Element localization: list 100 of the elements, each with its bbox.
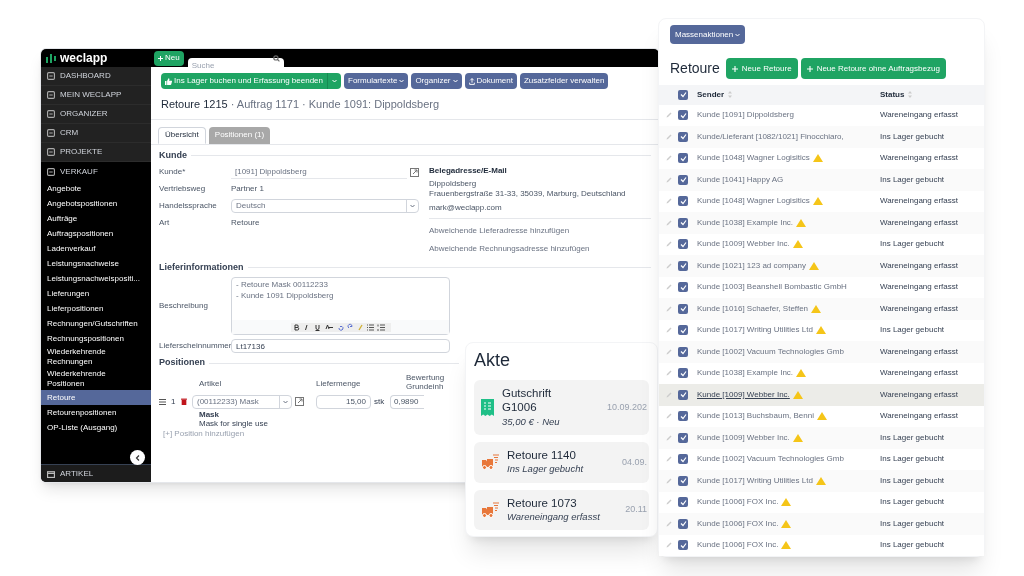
table-row[interactable]: Kunde [1002] Vacuum Technologies Gmb Ins Lager gebucht [659, 448, 984, 470]
sidebar-item[interactable]: Aufträge [47, 213, 144, 224]
sidebar-item[interactable]: OP-Liste (Ausgang) [47, 422, 144, 433]
row-checkbox[interactable] [678, 475, 688, 486]
tab[interactable]: Übersicht [158, 126, 206, 144]
row-checkbox[interactable] [678, 540, 688, 551]
sidebar-item[interactable]: Ladenverkauf [47, 243, 144, 254]
sidebar-item[interactable]: Auftragspositionen [47, 228, 144, 239]
row-checkbox[interactable] [678, 282, 688, 293]
add-address-link[interactable]: Abweichende Rechnungsadresse hinzufügen [429, 242, 651, 255]
sidebar-item[interactable]: Angebote [47, 183, 144, 194]
table-row[interactable]: Kunde [1048] Wagner Logisitics Wareneingang erfasst [659, 147, 984, 169]
sidebar-item[interactable]: Lieferungen [47, 288, 144, 299]
column-header[interactable]: Status [880, 88, 905, 101]
file-entry-card[interactable]: Retoure 1140 Ins Lager gebucht 04.09. [474, 442, 649, 483]
text-formatting-toolbar[interactable] [290, 322, 391, 332]
article-select[interactable]: (00112233) Mask [192, 394, 292, 409]
sender-cell[interactable]: Kunde [1048] Wagner Logisitics [697, 152, 810, 165]
sender-cell[interactable]: Kunde [1017] Writing Utilities Ltd [697, 324, 813, 337]
row-checkbox[interactable] [678, 217, 688, 228]
delivery-note-field[interactable]: Lt17136 [231, 339, 450, 354]
drag-handle-icon[interactable] [159, 398, 166, 405]
sender-cell[interactable]: Kunde [1048] Wagner Logisitics [697, 195, 810, 208]
quantity-field[interactable]: 15,00 [316, 394, 371, 409]
sidebar-item[interactable]: Wiederkehrende Rechnungen [47, 347, 144, 367]
column-header[interactable]: Sender [697, 88, 725, 101]
sender-cell[interactable]: Kunde [1003] Beanshell Bombastic GmbH [697, 281, 847, 294]
table-row[interactable]: Kunde [1017] Writing Utilities Ltd Ins Lager gebucht [659, 470, 984, 492]
sender-cell[interactable]: Kunde [1009] Webber Inc. [697, 388, 790, 401]
sender-cell[interactable]: Kunde [1016] Schaefer, Steffen [697, 302, 809, 315]
sender-cell[interactable]: Kunde [1091] Dippoldsberg [697, 109, 794, 122]
table-row[interactable]: Kunde [1038] Example Inc. Wareneingang erfasst [659, 212, 984, 234]
row-checkbox[interactable] [678, 110, 688, 121]
row-checkbox[interactable] [678, 131, 688, 142]
action-button[interactable]: Zusatzfelder verwalten [519, 73, 609, 89]
file-entry-card[interactable]: Retoure 1073 Wareneingang erfasst 20.11 [474, 489, 649, 531]
sender-cell[interactable]: Kunde [1002] Vacuum Technologies Gmb [697, 345, 844, 358]
sender-cell[interactable]: Kunde [1017] Writing Utilities Ltd [697, 474, 813, 487]
table-row[interactable]: Kunde [1003] Beanshell Bombastic GmbH Wareneingang erfasst [659, 276, 984, 298]
file-entry-card[interactable]: Gutschrift G1006 35,00 € · Neu 10.09.202 [474, 380, 649, 435]
value-field[interactable]: 0,9890 [390, 394, 424, 409]
row-checkbox[interactable] [678, 346, 688, 357]
sender-cell[interactable]: Kunde [1021] 123 ad company [697, 259, 806, 272]
open-link-icon[interactable] [295, 397, 304, 407]
table-row[interactable]: Kunde [1002] Vacuum Technologies Gmb Wareneingang erfasst [659, 341, 984, 363]
sidebar-item[interactable]: Lieferpositionen [47, 303, 144, 314]
row-checkbox[interactable] [678, 325, 688, 336]
row-checkbox[interactable] [678, 239, 688, 250]
table-row[interactable]: Kunde [1009] Webber Inc. Ins Lager gebucht [659, 233, 984, 255]
add-address-link[interactable]: Abweichende Lieferadresse hinzufügen [429, 224, 651, 237]
sidebar-section[interactable]: VERKAUF [60, 165, 98, 178]
table-row[interactable]: Kunde [1038] Example Inc. Wareneingang erfasst [659, 362, 984, 384]
select-all-checkbox[interactable] [678, 89, 688, 100]
sidebar-item[interactable]: Rechnungspositionen [47, 333, 144, 344]
row-checkbox[interactable] [678, 196, 688, 207]
row-checkbox[interactable] [678, 497, 688, 508]
sender-cell[interactable]: Kunde [1041] Happy AG [697, 173, 784, 186]
table-row[interactable]: Kunde [1006] FOX Inc. Ins Lager gebucht [659, 534, 984, 556]
language-select[interactable]: Deutsch [231, 199, 419, 213]
row-checkbox[interactable] [678, 389, 688, 400]
sender-cell[interactable]: Kunde [1002] Vacuum Technologies Gmb [697, 453, 844, 466]
table-row[interactable]: Kunde/Lieferant [1082/1021] Finocchiaro, Ins Lager gebucht [659, 126, 984, 148]
row-checkbox[interactable] [678, 368, 688, 379]
row-checkbox[interactable] [678, 174, 688, 185]
table-row[interactable]: Kunde [1021] 123 ad company Wareneingang erfasst [659, 255, 984, 277]
table-row[interactable]: Kunde [1041] Happy AG Ins Lager gebucht [659, 169, 984, 191]
row-checkbox[interactable] [678, 518, 688, 529]
collapse-button[interactable] [130, 450, 145, 465]
dropdown-button[interactable] [327, 73, 341, 89]
table-row[interactable]: Kunde [1048] Wagner Logisitics Wareneingang erfasst [659, 190, 984, 212]
table-row[interactable]: Kunde [1006] FOX Inc. Ins Lager gebucht [659, 491, 984, 513]
row-checkbox[interactable] [678, 432, 688, 443]
bulk-actions-button[interactable]: Massenaktionen [670, 25, 746, 44]
table-row[interactable]: Kunde [1009] Webber Inc. Ins Lager gebucht [659, 427, 984, 449]
open-link-icon[interactable] [410, 167, 419, 177]
sidebar-item[interactable]: Leistungsnachweise [47, 258, 144, 269]
sender-cell[interactable]: Kunde [1038] Example Inc. [697, 216, 794, 229]
dropdown-button[interactable]: Organizer [411, 73, 462, 89]
table-row[interactable]: Kunde [1009] Webber Inc. Wareneingang erfasst [659, 384, 984, 406]
table-row[interactable]: Kunde [1016] Schaefer, Steffen Wareneingang erfasst [659, 298, 984, 320]
sidebar-item[interactable]: Retourenpositionen [47, 407, 144, 418]
sender-cell[interactable]: Kunde [1006] FOX Inc. [697, 496, 779, 509]
sender-cell[interactable]: Kunde [1009] Webber Inc. [697, 238, 790, 251]
action-button[interactable]: Dokument [464, 73, 517, 89]
description-editor[interactable]: - Retoure Mask 00112233 - Kunde 1091 Dippoldsberg [231, 277, 450, 336]
sender-cell[interactable]: Kunde [1038] Example Inc. [697, 367, 794, 380]
table-row[interactable]: Kunde [1017] Writing Utilities Ltd Ins Lager gebucht [659, 319, 984, 341]
row-checkbox[interactable] [678, 260, 688, 271]
sender-cell[interactable]: Kunde [1006] FOX Inc. [697, 517, 779, 530]
sender-cell[interactable]: Kunde/Lieferant [1082/1021] Finocchiaro, [697, 130, 844, 143]
sidebar-item[interactable]: Rechnungen/Gutschriften [47, 318, 144, 329]
table-row[interactable]: Kunde [1091] Dippoldsberg Wareneingang erfasst [659, 104, 984, 126]
table-row[interactable]: Kunde [1006] FOX Inc. Ins Lager gebucht [659, 513, 984, 535]
row-checkbox[interactable] [678, 411, 688, 422]
sidebar-item[interactable]: Wiederkehrende Positionen [47, 369, 144, 389]
row-checkbox[interactable] [678, 153, 688, 164]
sidebar-item[interactable]: Leistungsnachweispositi... [47, 273, 144, 284]
sender-cell[interactable]: Kunde [1006] FOX Inc. [697, 539, 779, 552]
row-checkbox[interactable] [678, 303, 688, 314]
dropdown-button[interactable]: Formulartexte [344, 73, 409, 89]
